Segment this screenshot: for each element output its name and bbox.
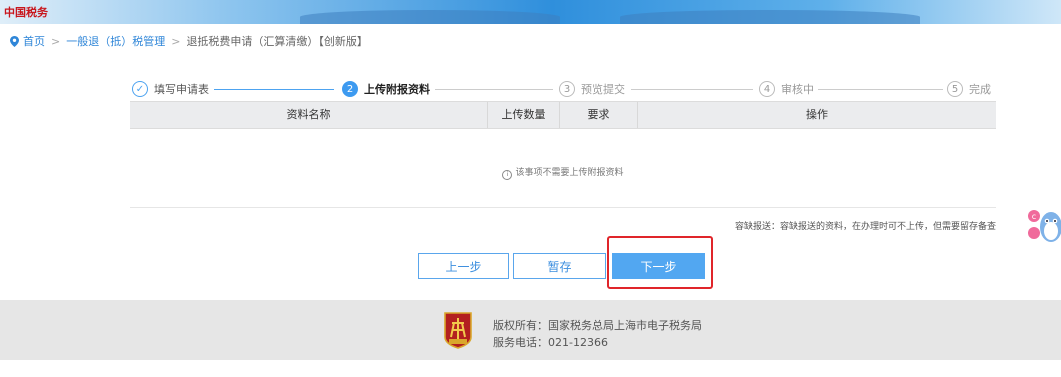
check-icon: ✓: [132, 81, 148, 97]
next-step-highlight-box: [607, 236, 713, 289]
step-label: 填写申请表: [154, 83, 209, 96]
attachment-table-header: 资料名称 上传数量 要求 操作: [130, 101, 996, 129]
step-number: 5: [947, 81, 963, 97]
tax-emblem-logo: [443, 311, 473, 349]
column-header-actions: 操作: [806, 108, 828, 121]
breadcrumb-home[interactable]: 首页: [23, 35, 45, 48]
step-number: 4: [759, 81, 775, 97]
service-phone-text: 服务电话：021-12366: [493, 336, 608, 349]
step-connector: [631, 89, 753, 90]
column-header-upload-count: 上传数量: [488, 102, 560, 128]
breadcrumb-current-page: 退抵税费申请（汇算清缴）【创新版】: [186, 35, 368, 48]
step-label: 审核中: [781, 83, 814, 96]
breadcrumb-separator: >: [171, 35, 181, 48]
banner-mountain: [300, 10, 560, 24]
step-number: 2: [342, 81, 358, 97]
step-label: 完成: [969, 83, 991, 96]
page-footer: 版权所有：国家税务总局上海市电子税务局 服务电话：021-12366: [0, 300, 1061, 360]
breadcrumb-refund-management[interactable]: 一般退（抵）税管理: [66, 35, 165, 48]
step-connector: [214, 89, 334, 90]
site-logo[interactable]: 中国税务: [4, 4, 48, 20]
svg-text:c: c: [1032, 212, 1036, 221]
empty-state-message: i 该事项不需要上传附报资料: [130, 165, 996, 180]
previous-step-button[interactable]: 上一步: [418, 253, 509, 279]
column-header-requirement: 要求: [560, 102, 638, 128]
step-complete: 5 完成: [947, 80, 991, 98]
step-fill-form: ✓ 填写申请表: [132, 80, 209, 98]
step-upload-attachments: 2 上传附报资料: [342, 80, 430, 98]
location-pin-icon: [10, 36, 19, 50]
breadcrumb: 首页 > 一般退（抵）税管理 > 退抵税费申请（汇算清缴）【创新版】: [10, 33, 368, 50]
step-preview-submit: 3 预览提交: [559, 80, 625, 98]
column-header-document-name: 资料名称: [130, 102, 488, 128]
step-label: 上传附报资料: [364, 83, 430, 96]
step-label: 预览提交: [581, 83, 625, 96]
step-connector: [435, 89, 553, 90]
help-mascot-icon[interactable]: c: [1027, 205, 1061, 253]
empty-state-text: 该事项不需要上传附报资料: [515, 168, 624, 178]
copyright-text: 版权所有：国家税务总局上海市电子税务局: [493, 319, 702, 332]
step-connector: [818, 89, 943, 90]
header-banner: 中国税务: [0, 0, 1061, 24]
deferred-submission-note: 容缺报送：容缺报送的资料，在办理时可不上传，但需要留存备查: [734, 222, 996, 232]
banner-mountain: [620, 10, 920, 24]
divider: [130, 207, 996, 208]
breadcrumb-separator: >: [51, 35, 61, 48]
step-under-review: 4 审核中: [759, 80, 814, 98]
save-draft-button[interactable]: 暂存: [513, 253, 606, 279]
info-icon: i: [502, 170, 513, 180]
step-number: 3: [559, 81, 575, 97]
progress-steps: ✓ 填写申请表 2 上传附报资料 3 预览提交 4 审核中 5 完成: [130, 80, 996, 98]
